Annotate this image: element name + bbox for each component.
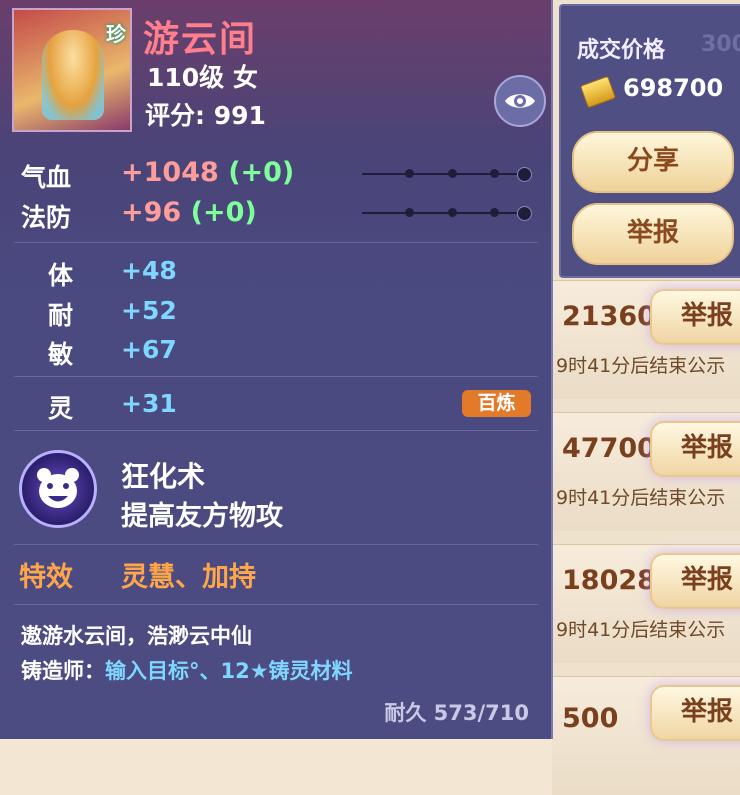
attr-name-con: 体 [48, 261, 74, 290]
share-button[interactable]: 分享 [572, 131, 734, 193]
ghost-text: 300 [701, 32, 740, 57]
report-button[interactable]: 举报 [572, 203, 734, 265]
list-item-timer: 9时41分后结束公示 [556, 355, 726, 377]
attr-value-end: +52 [121, 296, 177, 325]
list-item-timer: 9时41分后结束公示 [556, 619, 726, 641]
report-button[interactable]: 举报 [650, 685, 740, 741]
item-name: 游云间 [143, 19, 258, 60]
forger-value: 输入目标°、12★铸灵材料 [105, 659, 353, 683]
divider [14, 376, 538, 377]
divider [14, 544, 538, 545]
attr-value-spi: +31 [121, 389, 177, 418]
rarity-badge: 珍 [106, 22, 126, 46]
attr-value-agi: +67 [121, 335, 177, 364]
character-figure [42, 30, 104, 120]
list-item-price: 500 [562, 703, 619, 734]
attr-value-con: +48 [121, 256, 177, 285]
effect-value: 灵慧、加持 [121, 562, 256, 593]
skill-description: 提高友方物攻 [121, 501, 283, 532]
stat-value-hp: +1048 (+0) [121, 157, 295, 188]
stat-name-hp: 气血 [21, 163, 72, 192]
flavor-text: 遨游水云间，浩渺云中仙 [21, 624, 252, 648]
list-item-price: 18028 [562, 565, 656, 596]
durability: 耐久 573/710 [384, 701, 529, 725]
attr-name-spi: 灵 [48, 394, 74, 423]
item-portrait: 珍 [12, 8, 132, 132]
ticket-icon [579, 75, 617, 109]
list-item-price: 47700 [562, 433, 656, 464]
stat-slider-hp[interactable] [362, 167, 532, 182]
refine-badge: 百炼 [462, 390, 531, 417]
attr-name-end: 耐 [48, 301, 74, 330]
list-item-timer: 9时41分后结束公示 [556, 487, 726, 509]
price-panel: 成交价格 300 698700 分享 举报 [559, 4, 740, 278]
skill-name: 狂化术 [121, 460, 206, 493]
divider [14, 430, 538, 431]
report-button[interactable]: 举报 [650, 421, 740, 477]
bear-icon [37, 468, 79, 508]
eye-icon [505, 94, 535, 108]
report-button[interactable]: 举报 [650, 289, 740, 345]
price-label: 成交价格 [577, 38, 666, 63]
price-amount: 698700 [623, 74, 724, 102]
divider [14, 242, 538, 243]
report-button[interactable]: 举报 [650, 553, 740, 609]
stat-name-mdef: 法防 [21, 203, 72, 232]
list-item: 500 举报 [552, 676, 740, 795]
forger-label: 铸造师： [21, 659, 105, 683]
attr-name-agi: 敏 [48, 340, 74, 369]
stat-value-mdef: +96 (+0) [121, 197, 257, 228]
divider [14, 604, 538, 605]
list-item: 47700 9时41分后结束公示 举报 [494, 412, 740, 531]
list-item: 18028 9时41分后结束公示 举报 [494, 544, 740, 663]
item-score: 评分: 991 [145, 101, 266, 130]
skill-icon[interactable] [19, 450, 97, 528]
preview-button[interactable] [494, 75, 546, 127]
stat-slider-mdef[interactable] [362, 206, 532, 221]
item-level-gender: 110级 女 [147, 63, 258, 92]
list-item: 213600 9时41分后结束公示 举报 [494, 280, 740, 399]
forger-line: 铸造师：输入目标°、12★铸灵材料 [21, 655, 353, 685]
effect-label: 特效 [19, 562, 73, 593]
item-detail-card: 珍 游云间 110级 女 评分: 991 气血 +1048 (+0) 法防 +9… [0, 0, 553, 739]
